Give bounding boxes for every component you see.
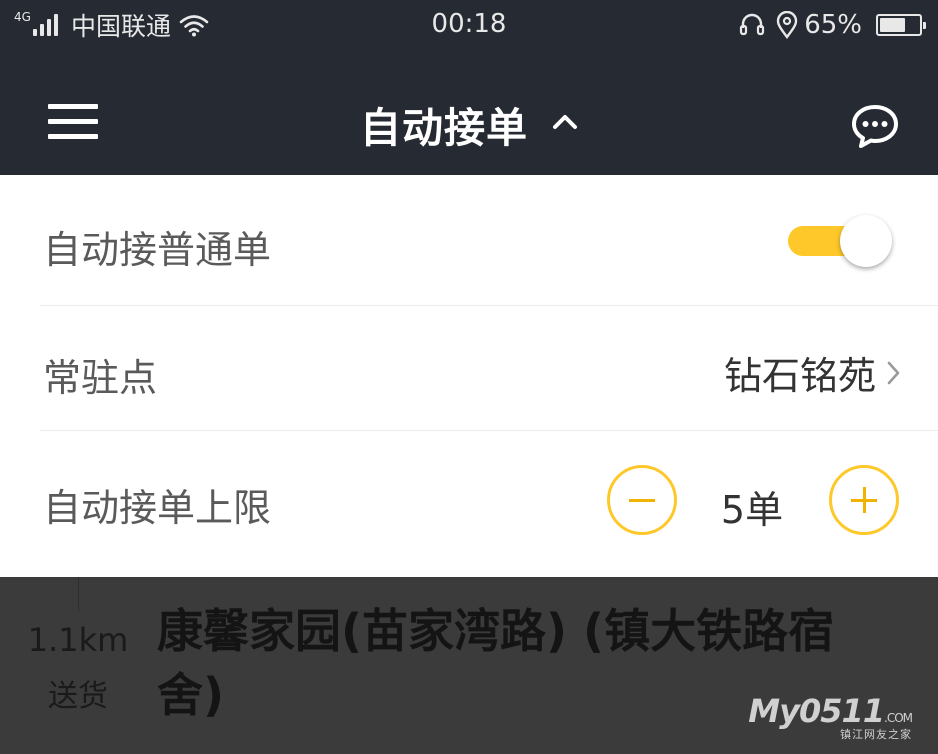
settings-panel: 自动接普通单 常驻点 钻石铭苑 自动接单上限 5单 <box>0 175 938 577</box>
watermark-logo-text: My0511 <box>748 692 885 730</box>
increase-limit-button[interactable] <box>829 465 899 535</box>
divider <box>40 305 938 306</box>
minus-icon <box>629 499 655 502</box>
order-limit-value: 5单 <box>720 488 784 532</box>
status-right: 65% <box>738 9 926 41</box>
page-title: 自动接单 <box>360 104 528 152</box>
site-watermark: My0511.COM 镇江网友之家 <box>748 692 913 742</box>
order-distance: 1.1km <box>27 621 129 659</box>
order-type: 送货 <box>48 679 108 714</box>
battery-level <box>880 18 905 32</box>
headset-icon <box>740 13 765 36</box>
location-icon <box>777 11 798 39</box>
chat-bubble-icon[interactable] <box>850 103 900 149</box>
auto-normal-order-toggle[interactable] <box>788 212 896 268</box>
toggle-knob <box>840 215 892 267</box>
order-limit-label: 自动接单上限 <box>43 486 272 530</box>
title-dropdown[interactable]: 自动接单 <box>0 94 938 154</box>
battery-icon <box>876 14 926 36</box>
divider <box>40 430 938 431</box>
station-label: 常驻点 <box>43 356 158 400</box>
battery-percent: 65% <box>804 10 862 40</box>
auto-normal-order-label: 自动接普通单 <box>43 228 272 272</box>
status-bar: 4G 中国联通 00:18 65% <box>0 0 938 52</box>
chevron-up-icon <box>553 115 577 129</box>
watermark-domain: .COM <box>884 711 913 725</box>
decrease-limit-button[interactable] <box>607 465 677 535</box>
station-value: 钻石铭苑 <box>723 354 876 398</box>
chevron-right-icon <box>887 361 900 384</box>
station-selector[interactable]: 钻石铭苑 <box>724 345 902 400</box>
title-bar: 自动接单 <box>0 52 938 175</box>
timeline-line <box>78 577 79 611</box>
